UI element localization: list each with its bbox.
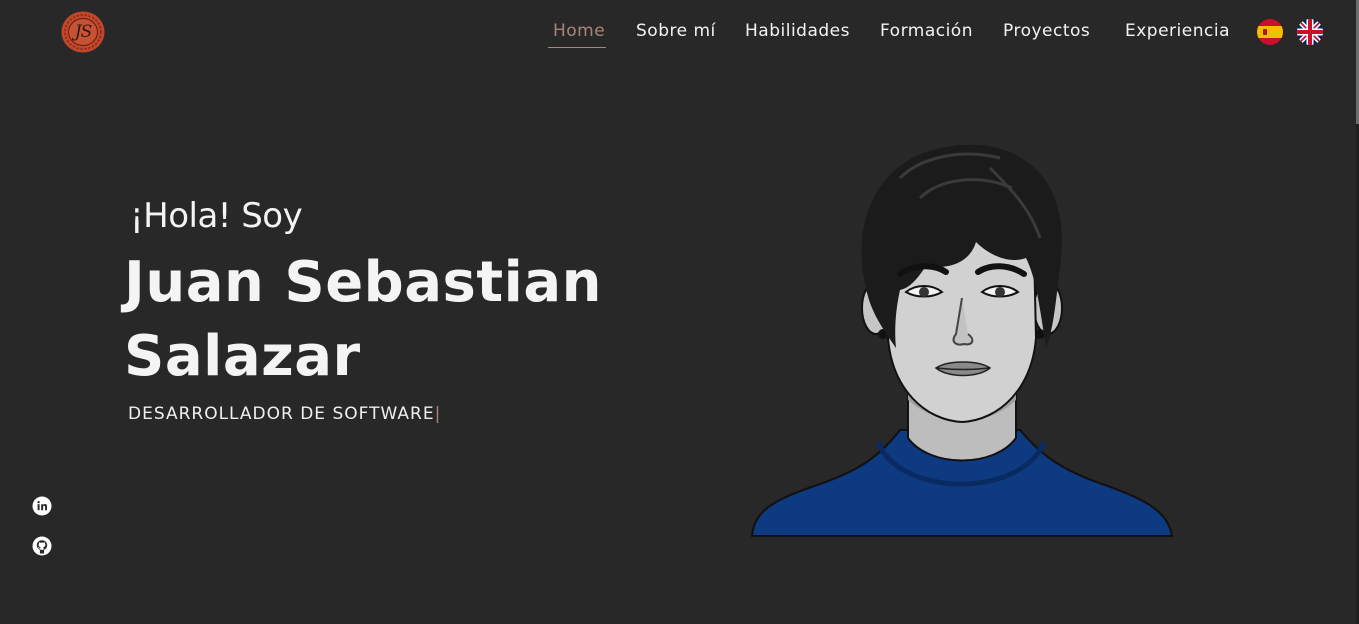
spain-flag-icon xyxy=(1257,19,1283,45)
uk-flag-icon xyxy=(1297,19,1323,45)
nav-item-formacion[interactable]: Formación xyxy=(880,18,973,44)
hero-name-line2: Salazar xyxy=(124,324,361,389)
avatar-illustration xyxy=(750,138,1174,538)
logo[interactable]: JS xyxy=(61,11,105,53)
hero-greeting: ¡Hola! Soy xyxy=(130,196,303,236)
github-link[interactable] xyxy=(32,536,52,556)
hero-name-line1: Juan Sebastian xyxy=(124,250,602,315)
typing-cursor: | xyxy=(434,404,442,424)
nav-item-proyectos[interactable]: Proyectos xyxy=(1003,18,1090,44)
github-icon xyxy=(32,536,52,556)
hero-name: Juan Sebastian Salazar xyxy=(124,246,644,394)
hero-role-text: DESARROLLADOR DE SOFTWARE xyxy=(128,404,435,424)
nav-active-underline xyxy=(548,47,606,48)
avatar-portrait-icon xyxy=(750,144,1174,537)
language-es-button[interactable] xyxy=(1257,19,1283,45)
nav-item-home[interactable]: Home xyxy=(553,18,605,44)
hero-role: DESARROLLADOR DE SOFTWARE| xyxy=(128,404,441,424)
linkedin-link[interactable] xyxy=(32,496,52,516)
linkedin-icon xyxy=(32,496,52,516)
logo-monogram: JS xyxy=(74,22,92,42)
nav-item-experiencia[interactable]: Experiencia xyxy=(1125,18,1230,44)
nav-item-habilidades[interactable]: Habilidades xyxy=(745,18,850,44)
portfolio-page: JS Home Sobre mí Habilidades Formación P… xyxy=(0,0,1359,624)
nav-item-sobre-mi[interactable]: Sobre mí xyxy=(636,18,716,44)
language-en-button[interactable] xyxy=(1297,19,1323,45)
